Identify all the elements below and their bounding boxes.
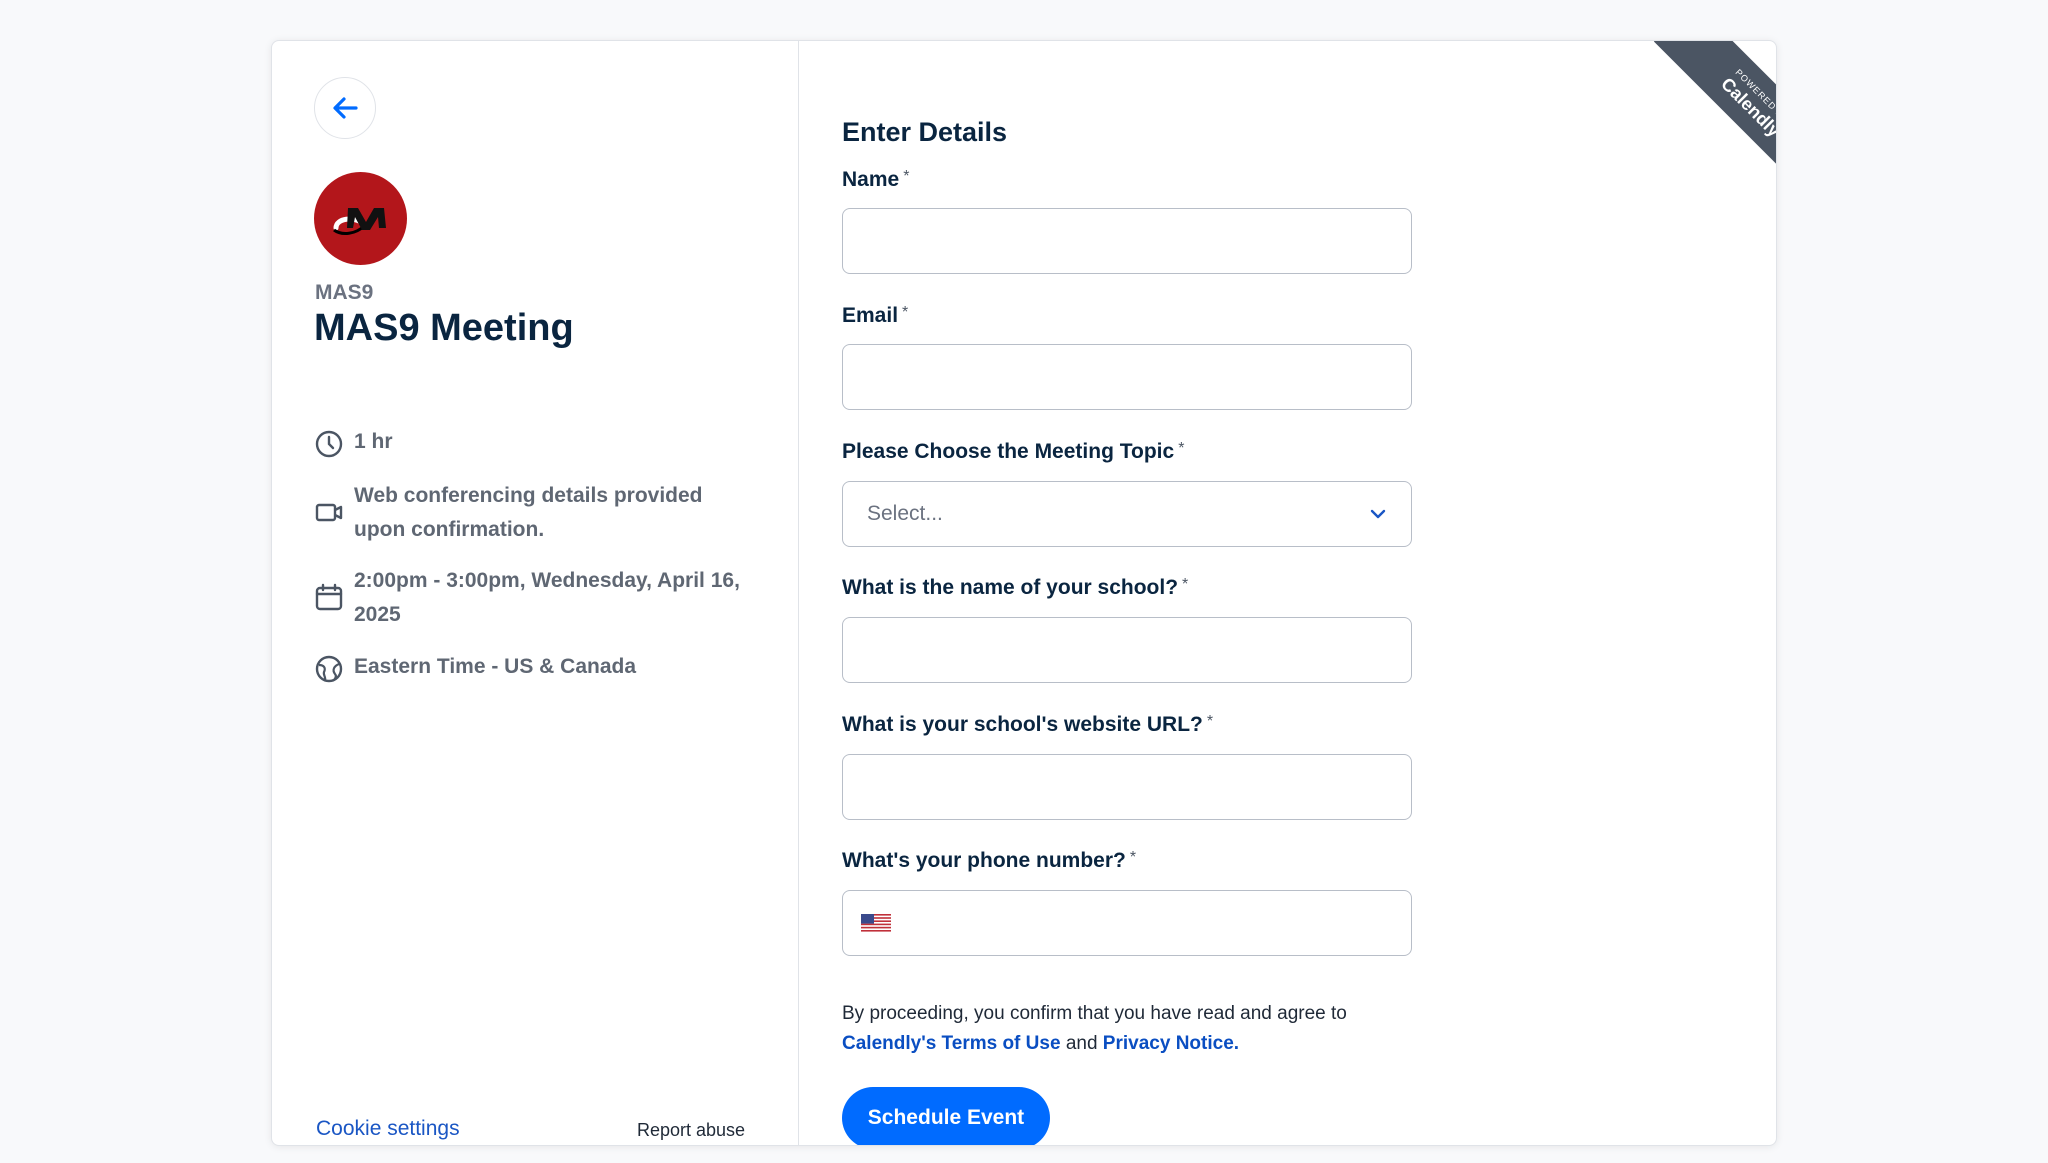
required-mark: * [1206,713,1214,730]
consent-prefix: By proceeding, you confirm that you have… [842,1003,1347,1024]
topic-label: Please Choose the Meeting Topic * [842,440,1184,464]
timezone-detail: Eastern Time - US & Canada [314,650,754,684]
phone-field[interactable] [842,890,1412,956]
topic-label-text: Please Choose the Meeting Topic [842,440,1175,463]
school-url-input[interactable] [843,755,1411,819]
arrow-left-icon [333,97,358,119]
organizer-name: MAS9 [315,281,374,304]
required-mark: * [902,304,909,321]
powered-by-calendly-ribbon[interactable]: POWERED BY Calendly [1622,41,1776,195]
schedule-event-button[interactable]: Schedule Event [842,1087,1050,1145]
clock-icon [315,430,343,458]
datetime-detail: 2:00pm - 3:00pm, Wednesday, April 16, 20… [314,564,754,632]
phone-label: What's your phone number? * [842,849,1136,873]
topic-select-value: Select... [867,502,943,525]
video-camera-icon [315,503,343,522]
email-input[interactable] [843,345,1411,409]
chevron-down-icon [1370,509,1386,519]
name-label: Name * [842,168,909,192]
privacy-notice-link[interactable]: Privacy Notice. [1103,1033,1239,1054]
terms-of-use-link[interactable]: Calendly's Terms of Use [842,1033,1061,1054]
consent-and: and [1065,1033,1098,1054]
email-label: Email * [842,304,908,328]
required-mark: * [1182,576,1189,593]
school-name-input[interactable] [843,618,1411,682]
school-name-field[interactable] [842,617,1412,683]
school-label: What is the name of your school? * [842,576,1188,600]
datetime-text: 2:00pm - 3:00pm, Wednesday, April 16, 20… [354,569,740,626]
topic-select[interactable]: Select... [842,481,1412,547]
duration-detail: 1 hr [314,425,754,459]
conferencing-text: Web conferencing details provided upon c… [354,484,703,541]
organizer-logo [332,207,386,235]
required-mark: * [1178,440,1185,457]
details-form-panel: Enter Details Name * Email * Please Choose… [800,41,1776,1145]
email-field[interactable] [842,344,1412,410]
organizer-avatar [314,172,407,265]
form-heading: Enter Details [842,117,1008,147]
name-input[interactable] [843,209,1411,273]
event-info-panel: MAS9 MAS9 Meeting 1 hr Web conferencing … [272,41,799,1145]
phone-label-text: What's your phone number? [842,849,1126,872]
ribbon-band: POWERED BY Calendly [1653,41,1776,195]
school-url-field[interactable] [842,754,1412,820]
required-mark: * [1129,849,1137,866]
back-button[interactable] [314,77,376,139]
cookie-settings-link[interactable]: Cookie settings [316,1117,460,1141]
url-label: What is your school's website URL? * [842,713,1213,737]
timezone-text: Eastern Time - US & Canada [354,655,637,678]
phone-input[interactable] [891,891,1411,955]
us-flag-icon[interactable] [861,914,891,932]
required-mark: * [903,168,910,185]
globe-icon [315,655,343,683]
consent-text: By proceeding, you confirm that you have… [842,999,1442,1059]
event-title: MAS9 Meeting [314,307,574,349]
name-field[interactable] [842,208,1412,274]
school-label-text: What is the name of your school? [842,576,1179,599]
url-label-text: What is your school's website URL? [842,713,1203,736]
email-label-text: Email [842,304,899,327]
name-label-text: Name [842,168,900,191]
booking-card: MAS9 MAS9 Meeting 1 hr Web conferencing … [271,40,1777,1146]
duration-text: 1 hr [354,430,393,453]
conferencing-detail: Web conferencing details provided upon c… [314,479,754,547]
report-abuse-link[interactable]: Report abuse [637,1120,745,1141]
calendar-icon [315,583,343,611]
